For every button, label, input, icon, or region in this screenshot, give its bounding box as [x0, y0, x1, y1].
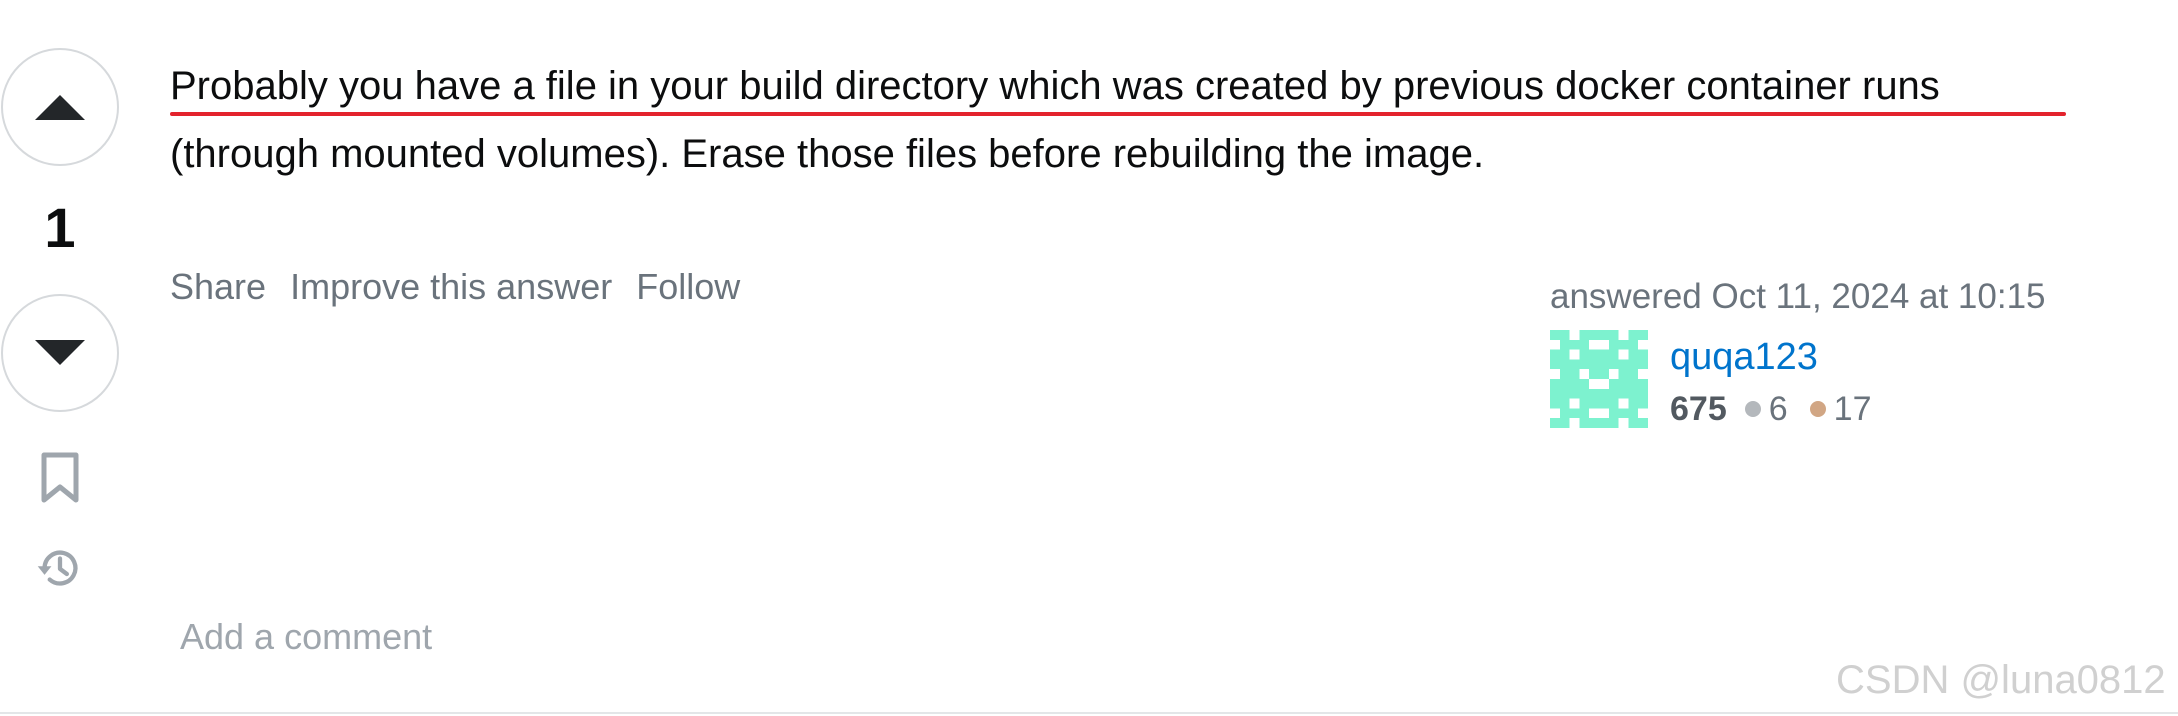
add-comment-link[interactable]: Add a comment	[180, 612, 432, 662]
user-avatar[interactable]	[1550, 330, 1648, 428]
triangle-up-icon	[35, 95, 85, 120]
bronze-badge-count: 17	[1833, 390, 1872, 428]
silver-badge-count: 6	[1768, 390, 1788, 428]
user-name-link[interactable]: quqa123	[1670, 332, 1818, 382]
improve-answer-link[interactable]: Improve this answer	[290, 262, 612, 312]
watermark-text: CSDN @luna0812	[1836, 658, 2166, 702]
bottom-divider	[0, 712, 2178, 714]
silver-badge-icon	[1744, 401, 1761, 417]
triangle-down-icon	[35, 340, 85, 365]
activity-history-button[interactable]	[36, 540, 84, 596]
bookmark-icon	[41, 452, 79, 503]
bronze-badge-icon	[1809, 401, 1826, 417]
history-icon	[37, 550, 78, 586]
bookmark-button[interactable]	[36, 450, 84, 506]
share-link[interactable]: Share	[170, 262, 266, 312]
post-menu: Share Improve this answer Follow	[170, 262, 764, 312]
answer-body: Probably you have a file in your build d…	[170, 64, 1940, 176]
user-stats: 675 6 17	[1670, 386, 1893, 432]
upvote-button[interactable]	[1, 48, 119, 166]
follow-link[interactable]: Follow	[636, 262, 740, 312]
downvote-button[interactable]	[1, 294, 119, 412]
user-action-time: answered Oct 11, 2024 at 10:15	[1550, 277, 2046, 316]
vote-count: 1	[44, 196, 76, 259]
highlight-underline	[170, 112, 2066, 116]
reputation-score: 675	[1670, 390, 1727, 428]
